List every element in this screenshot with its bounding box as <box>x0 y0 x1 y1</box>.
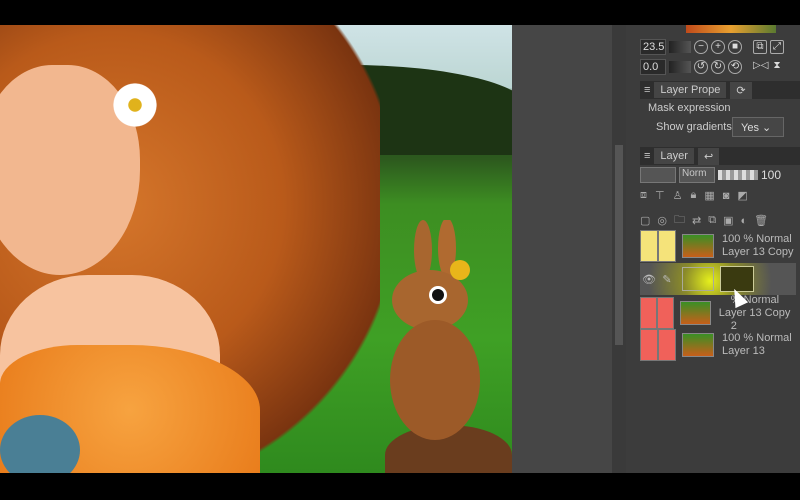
zoom-in-icon[interactable]: + <box>711 40 725 54</box>
rotate-left-icon[interactable]: ↺ <box>694 60 708 74</box>
fit-icon[interactable]: ⧉ <box>753 40 767 54</box>
visibility-toggle[interactable] <box>640 297 658 329</box>
rotate-right-icon[interactable]: ↻ <box>711 60 725 74</box>
mask-icon[interactable]: ◙ <box>723 190 730 202</box>
stop-icon[interactable]: ■ <box>728 40 742 54</box>
layer-row-selected[interactable]: 👁︎ ✎ <box>640 263 796 295</box>
new-raster-layer-icon[interactable]: ▢ <box>640 214 650 227</box>
zoom-out-icon[interactable]: − <box>694 40 708 54</box>
mask-expression-heading: Mask expression <box>648 102 731 114</box>
tab-layer[interactable]: Layer <box>654 148 694 164</box>
drawing-canvas[interactable] <box>0 25 512 473</box>
merge-icon[interactable]: ▣ <box>723 214 733 227</box>
layer-tabbar: ≡ Layer ↩ <box>640 147 800 165</box>
flip-vertical-icon[interactable]: ⧗ <box>770 60 784 74</box>
layer-info: 100 % Normal <box>722 332 792 344</box>
clip-icon[interactable]: ⧈ <box>640 189 647 202</box>
visibility-toggle[interactable] <box>640 329 658 361</box>
layer-info: 100 % Normal <box>722 233 792 245</box>
show-gradients-value: Yes <box>741 122 759 134</box>
daisy <box>110 80 160 130</box>
new-folder-icon[interactable]: 🗀︎ <box>674 211 685 230</box>
layer-color-select[interactable] <box>640 167 676 183</box>
layer-name: Layer 13 Copy 2 <box>718 306 791 332</box>
rotate-value[interactable]: 23.5 <box>640 39 666 55</box>
opacity-slider[interactable] <box>718 170 758 180</box>
reset-rotation-icon[interactable]: ⟲ <box>728 60 742 74</box>
angle-value[interactable]: 0.0 <box>640 59 666 75</box>
angle-slider[interactable] <box>669 61 691 73</box>
delete-icon[interactable]: 🗑︎ <box>754 214 768 227</box>
right-panel: 23.5 − + ■ ⧉ ⤢ 0.0 ↺ ↻ ⟲ ▷◁ ⧗ ≡ Layer Pr… <box>626 25 800 473</box>
lock-toggle[interactable] <box>657 297 675 329</box>
layer-property-tabbar: ≡ Layer Prope ⟳ <box>640 81 800 99</box>
combine-icon[interactable]: ⧉ <box>708 214 716 227</box>
tab-other-1[interactable]: ⟳ <box>730 81 752 99</box>
show-gradients-select[interactable]: Yes ⌄ <box>732 117 784 137</box>
eye-icon[interactable]: 👁︎ <box>640 273 658 286</box>
navigator-preview <box>686 25 776 33</box>
layer-thumbnail <box>682 234 714 258</box>
lock-toggle[interactable] <box>658 230 676 262</box>
layer-row[interactable]: % Normal Layer 13 Copy 2 <box>640 294 796 332</box>
show-gradients-label: Show gradients <box>656 121 732 133</box>
transfer-icon[interactable]: ⇄ <box>692 214 701 227</box>
menu-icon[interactable]: ≡ <box>644 84 650 96</box>
ruler-icon[interactable]: ◩ <box>737 189 747 202</box>
opacity-value[interactable]: 100 <box>761 168 781 182</box>
tab-layer-property[interactable]: Layer Prope <box>654 82 727 98</box>
layer-name: Layer 13 Copy <box>722 246 794 258</box>
flip-horizontal-icon[interactable]: ▷◁ <box>753 60 768 74</box>
menu-icon[interactable]: ≡ <box>644 150 650 162</box>
lock-toggle[interactable] <box>658 329 676 361</box>
reference-icon[interactable]: ⊤ <box>655 189 665 202</box>
lock-icon[interactable]: 🔒︎ <box>690 189 696 202</box>
layer-thumbnail <box>680 301 711 325</box>
layer-name: Layer 13 <box>722 345 765 357</box>
chevron-down-icon: ⌄ <box>762 122 772 134</box>
layer-row[interactable]: 100 % Normal Layer 13 Copy <box>640 230 796 262</box>
rotate-slider[interactable] <box>669 41 691 53</box>
blend-mode-select[interactable]: Norm <box>679 167 715 183</box>
fullscreen-icon[interactable]: ⤢ <box>770 40 784 54</box>
tab-history[interactable]: ↩ <box>697 147 720 165</box>
visibility-toggle[interactable] <box>640 230 658 262</box>
layer-row[interactable]: 100 % Normal Layer 13 <box>640 329 796 361</box>
layer-thumbnail <box>682 333 714 357</box>
workspace-background <box>512 25 612 473</box>
layer-thumbnail <box>682 267 714 291</box>
panel-scrollbar[interactable] <box>612 25 626 473</box>
lock-transparency-icon[interactable]: ▦ <box>704 189 714 202</box>
new-vector-layer-icon[interactable]: ◎ <box>657 214 667 227</box>
scrollbar-thumb[interactable] <box>615 145 623 345</box>
rabbit <box>390 220 480 440</box>
mask-add-icon[interactable]: ◐ <box>741 215 748 227</box>
draft-icon[interactable]: ♙ <box>673 189 683 202</box>
pen-icon[interactable]: ✎ <box>658 273 676 286</box>
